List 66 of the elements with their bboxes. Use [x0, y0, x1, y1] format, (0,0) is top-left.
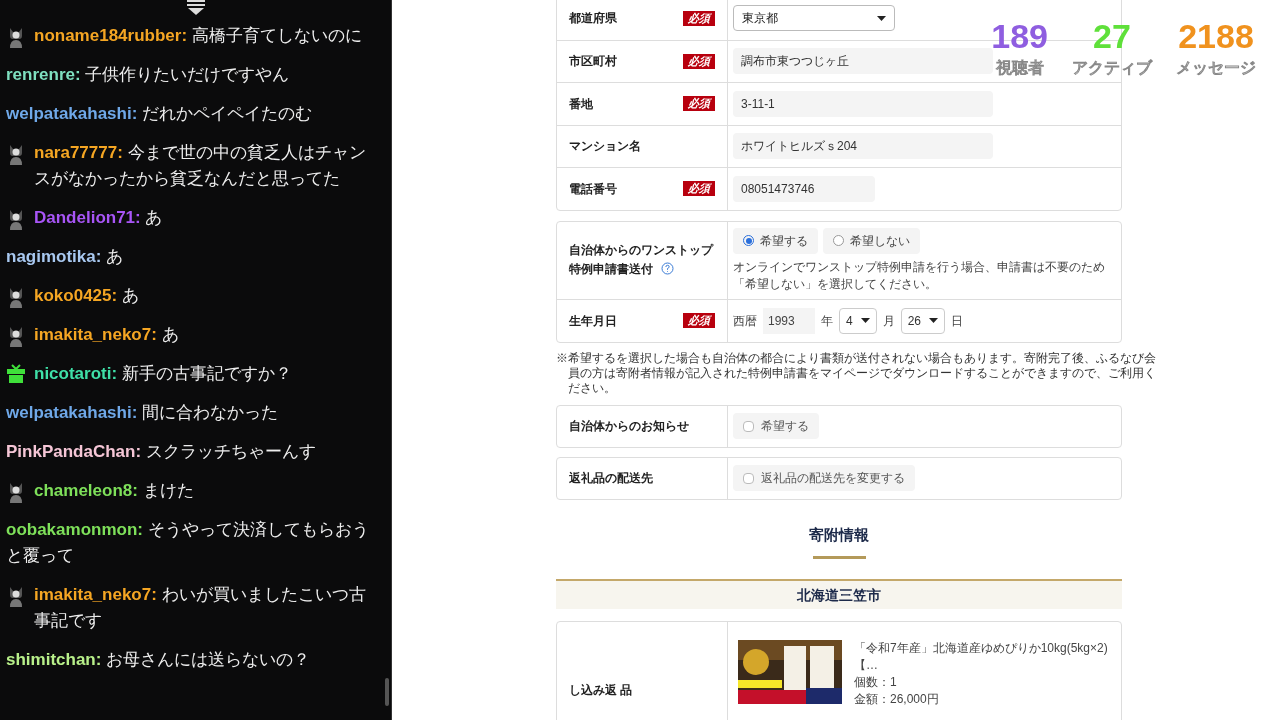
chat-message: oobakamonmon: そうやって決済してもらおうと覆って	[6, 518, 370, 567]
field-label: 返礼品の配送先	[569, 470, 653, 487]
scrollbar	[385, 678, 389, 706]
unit-label: 年	[821, 312, 833, 330]
field-label: マンション名	[569, 138, 641, 156]
required-badge: 必須	[683, 181, 715, 197]
chat-message: Dandelion71: あ	[34, 206, 163, 229]
stat-value: 189	[991, 16, 1048, 56]
chat-message: renrenre: 子供作りたいだけですやん	[6, 63, 290, 86]
chat-message: welpatakahashi: 間に合わなかった	[6, 401, 279, 424]
required-badge: 必須	[683, 96, 715, 112]
product-price: 金額：26,000円	[854, 691, 940, 708]
stat-label: メッセージ	[1176, 58, 1256, 78]
help-icon	[661, 262, 674, 275]
chat-message: nagimotika: あ	[6, 245, 124, 268]
municipality-name: 北海道三笠市	[797, 585, 881, 605]
text-field[interactable]: 調布市東つつじヶ丘	[733, 48, 993, 75]
select-field[interactable]: 4	[839, 307, 877, 334]
product-title: 「令和7年産」北海道産ゆめぴりか10kg(5kg×2)【…	[854, 640, 1109, 674]
chat-message: chameleon8: まけた	[34, 479, 194, 502]
stat-label: アクティブ	[1072, 58, 1152, 78]
caret-icon	[929, 318, 939, 323]
field-label: 都道府県	[569, 10, 617, 28]
footnote: ※希望するを選択した場合も自治体の都合により書類が送付されない場合もあります。寄附完了後、ふるなび会員の方は寄附者情報が記入された特例申請書をマイページでダウンロードすることができますので、ご利用ください。	[556, 350, 1157, 396]
chat-message: welpatakahashi: だれかペイペイたのむ	[6, 102, 313, 125]
era-label: 西暦	[733, 312, 757, 330]
chat-message: koko0425: あ	[34, 284, 139, 307]
gift-icon	[6, 363, 26, 384]
hint-text: オンラインでワンストップ特例申請を行う場合、申請書は不要のため「希望しない」を選択してください。	[733, 258, 1106, 293]
select-field[interactable]: 東京都	[733, 5, 895, 32]
chat-message: PinkPandaChan: スクラッチちゃーんす	[6, 440, 316, 463]
stat-label: 視聴者	[995, 58, 1044, 78]
section-heading: 寄附情報	[809, 524, 869, 545]
stat-value: 2188	[1178, 16, 1254, 56]
chat-message: nicotaroti: 新手の古事記ですか？	[34, 362, 292, 385]
chat-message: imakita_neko7: わいが買いましたこいつ古事記です	[34, 583, 367, 632]
chat-message: imakita_neko7: あ	[34, 323, 179, 346]
required-badge: 必須	[683, 53, 715, 69]
stat-value: 27	[1093, 16, 1131, 56]
chat-message: shimitchan: お母さんには送らないの？	[6, 648, 311, 671]
field-label: 電話番号	[569, 180, 617, 198]
checkbox-option[interactable]: 返礼品の配送先を変更する	[733, 465, 915, 491]
field-label: 番地	[569, 95, 593, 113]
select-field[interactable]: 26	[900, 307, 946, 334]
field-label: し込み返 品	[569, 682, 633, 699]
field-label: 市区町村	[569, 53, 617, 71]
chat-message: nara77777: 今まで世の中の貧乏人はチャンスがなかったから貧乏なんだと思ってた	[34, 141, 367, 190]
required-badge: 必須	[683, 313, 715, 328]
radio-option[interactable]: 希望しない	[823, 227, 920, 254]
text-field[interactable]: 3-11-1	[733, 90, 993, 117]
checkbox-option[interactable]: 希望する	[733, 413, 819, 439]
field-label: 生年月日	[569, 312, 617, 330]
year-field[interactable]: 1993	[763, 307, 815, 334]
scroll-down-icon[interactable]	[184, 0, 207, 16]
product-quantity: 個数：1	[854, 674, 898, 691]
radio-option[interactable]: 希望する	[733, 227, 818, 254]
field-label: 自治体からのお知らせ	[569, 418, 689, 435]
text-field[interactable]: 08051473746	[733, 175, 875, 202]
caret-icon	[877, 15, 886, 21]
text-field[interactable]: ホワイトヒルズｓ204	[733, 133, 993, 160]
chat-message: noname184rubber: 高橋子育てしないのに	[34, 24, 362, 47]
required-badge: 必須	[683, 10, 715, 26]
unit-label: 日	[951, 312, 964, 330]
unit-label: 月	[882, 312, 895, 330]
field-label: 自治体からのワンストップ特例申請書送付	[569, 242, 715, 278]
caret-icon	[860, 318, 870, 323]
